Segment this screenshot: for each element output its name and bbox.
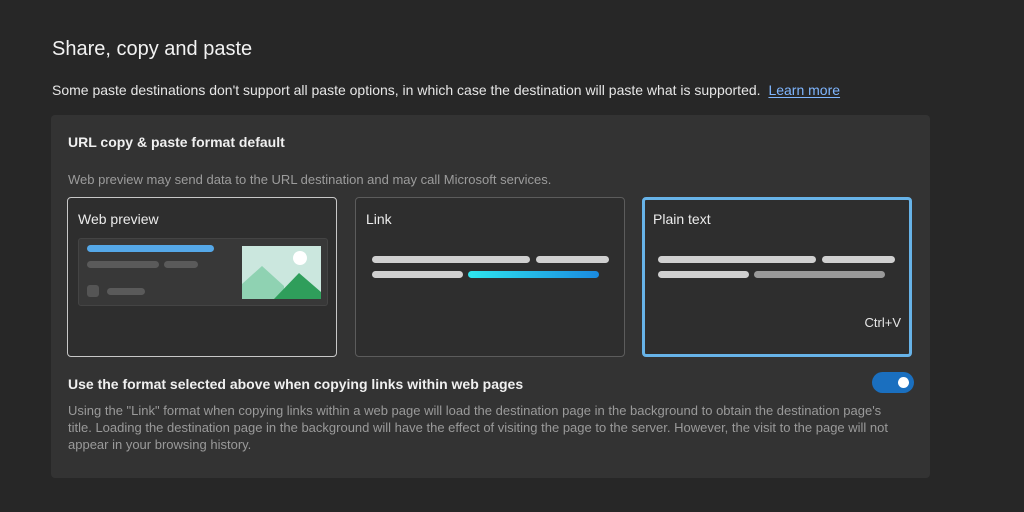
option-link-label: Link: [366, 211, 392, 227]
option-link[interactable]: Link: [355, 197, 625, 357]
preview-text-bar: [107, 288, 145, 295]
section-title: Share, copy and paste: [52, 38, 253, 60]
option-plain-text-label: Plain text: [653, 211, 711, 227]
url-format-card: URL copy & paste format default Web prev…: [51, 115, 930, 478]
option-web-preview-label: Web preview: [78, 211, 159, 227]
shortcut-hint: Ctrl+V: [864, 315, 901, 330]
option-web-preview[interactable]: Web preview: [67, 197, 337, 357]
section-description-text: Some paste destinations don't support al…: [52, 82, 761, 98]
option-plain-text[interactable]: Plain text Ctrl+V: [642, 197, 912, 357]
image-placeholder-icon: [242, 246, 321, 299]
plain-text-bar: [658, 271, 749, 278]
url-format-description: Web preview may send data to the URL des…: [68, 172, 552, 187]
web-preview-illustration: [78, 238, 328, 306]
preview-favicon: [87, 285, 99, 297]
link-text-bar: [536, 256, 609, 263]
plain-text-bar: [822, 256, 895, 263]
plain-text-bar: [658, 256, 816, 263]
toggle-knob: [898, 377, 909, 388]
link-text-bar: [372, 271, 463, 278]
section-description: Some paste destinations don't support al…: [52, 82, 840, 98]
learn-more-link[interactable]: Learn more: [768, 82, 840, 98]
link-highlight-bar: [468, 271, 599, 278]
settings-page: Share, copy and paste Some paste destina…: [0, 0, 1024, 512]
copy-links-setting-description: Using the "Link" format when copying lin…: [68, 403, 888, 452]
copy-links-setting-label: Use the format selected above when copyi…: [68, 376, 524, 392]
link-text-bar: [372, 256, 530, 263]
preview-title-bar: [87, 245, 214, 252]
preview-text-bar: [87, 261, 159, 268]
url-format-title: URL copy & paste format default: [68, 134, 285, 150]
copy-links-toggle[interactable]: [872, 372, 914, 393]
preview-text-bar: [164, 261, 198, 268]
plain-text-bar: [754, 271, 885, 278]
